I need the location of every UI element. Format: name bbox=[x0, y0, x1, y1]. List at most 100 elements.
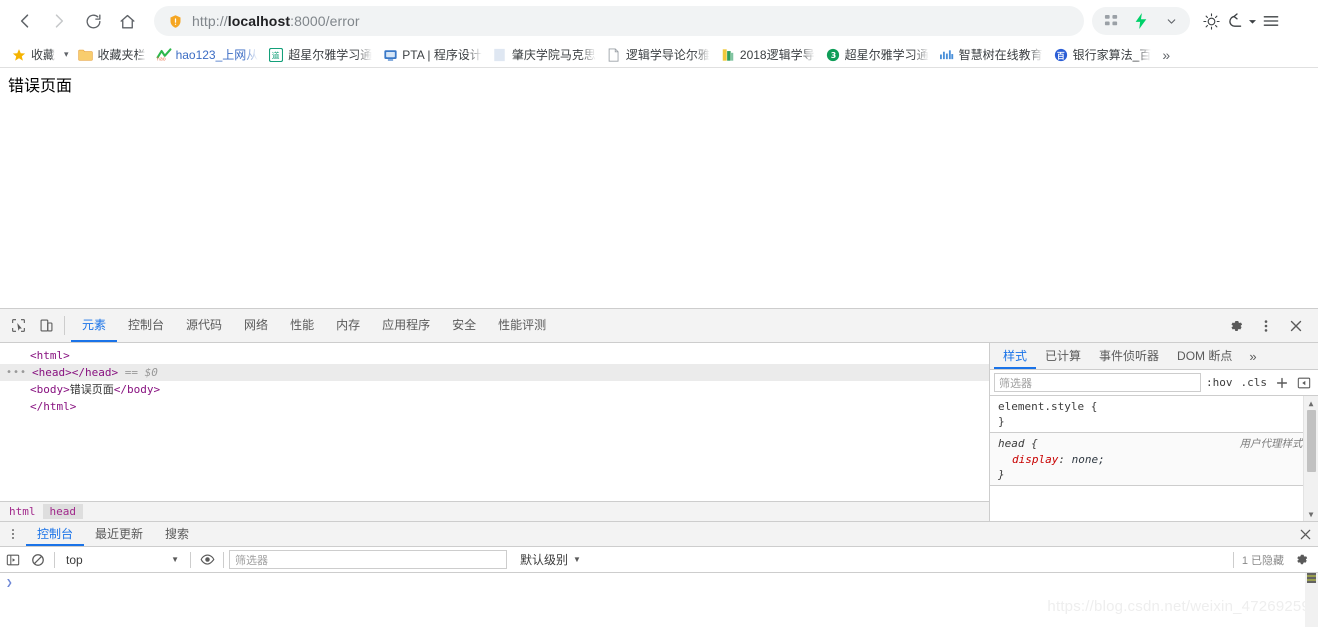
styles-tab-computed[interactable]: 已计算 bbox=[1036, 343, 1090, 369]
extensions-button[interactable] bbox=[1098, 8, 1124, 34]
toolbar-actions bbox=[1092, 6, 1286, 36]
kebab-menu-icon bbox=[1264, 319, 1268, 332]
inspect-element-button[interactable] bbox=[4, 309, 32, 342]
new-style-rule-button[interactable] bbox=[1272, 373, 1292, 393]
tab-label: 搜索 bbox=[165, 526, 190, 541]
breadcrumb-item-html[interactable]: html bbox=[2, 504, 43, 519]
back-button[interactable] bbox=[8, 4, 42, 38]
home-button[interactable] bbox=[110, 4, 144, 38]
console-prompt[interactable]: ❯ bbox=[0, 573, 1318, 592]
devtools-more-button[interactable] bbox=[1252, 319, 1280, 333]
console-filter-input[interactable]: 筛选器 bbox=[229, 550, 507, 569]
drawer-tab-console[interactable]: 控制台 bbox=[26, 522, 85, 546]
dom-tree[interactable]: <html> ••• <head></head> == $0 <body> 错误页… bbox=[0, 343, 989, 501]
bookmark-item-chaoxing[interactable]: 道 超星尔雅学习通 bbox=[263, 44, 377, 66]
styles-tab-styles[interactable]: 样式 bbox=[994, 343, 1037, 369]
scroll-down-arrow-icon[interactable]: ▼ bbox=[1304, 507, 1318, 521]
device-toolbar-button[interactable] bbox=[32, 309, 60, 342]
dom-expand-ellipsis-icon[interactable]: ••• bbox=[0, 364, 26, 381]
console-toolbar-right: 1 已隐藏 bbox=[1232, 549, 1316, 571]
toggle-computed-sidebar-button[interactable] bbox=[1294, 373, 1314, 393]
bookmark-item-favorites[interactable]: 收藏 bbox=[6, 44, 60, 66]
bookmark-label: 超星尔雅学习通 bbox=[844, 48, 929, 62]
bookmark-item-pta[interactable]: PTA | 程序设计 bbox=[377, 44, 487, 66]
console-sidebar-toggle-button[interactable] bbox=[2, 549, 24, 571]
devtools-tab-memory[interactable]: 内存 bbox=[325, 309, 371, 342]
style-rule-close-brace: } bbox=[998, 415, 1005, 428]
console-log-level-select[interactable]: 默认级别 ▼ bbox=[520, 551, 581, 568]
style-declaration[interactable]: display: none; bbox=[998, 452, 1313, 467]
scrollbar-thumb[interactable] bbox=[1307, 410, 1316, 472]
reload-button[interactable] bbox=[76, 4, 110, 38]
live-expression-button[interactable] bbox=[196, 549, 218, 571]
bookmark-item-folder[interactable]: 收藏夹栏 bbox=[73, 44, 151, 66]
style-rule-element-style[interactable]: element.style { } bbox=[990, 396, 1318, 433]
console-settings-button[interactable] bbox=[1290, 549, 1312, 571]
devtools-settings-button[interactable] bbox=[1222, 318, 1250, 334]
styles-tab-dom-breakpoints[interactable]: DOM 断点 bbox=[1168, 343, 1241, 369]
styles-tabbar: 样式 已计算 事件侦听器 DOM 断点 » bbox=[990, 343, 1318, 370]
dom-row-body[interactable]: <body> 错误页面 </body> bbox=[0, 381, 989, 398]
devtools-close-button[interactable] bbox=[1282, 319, 1310, 333]
tab-label: 内存 bbox=[336, 318, 361, 332]
hov-button[interactable]: :hov bbox=[1203, 376, 1236, 389]
lightning-extension-button[interactable] bbox=[1128, 8, 1154, 34]
style-rule-head[interactable]: head { 用户代理样式表 display: none; } bbox=[990, 433, 1318, 486]
close-icon bbox=[1300, 529, 1310, 539]
drawer-tab-search[interactable]: 搜索 bbox=[154, 522, 200, 546]
history-back-button[interactable] bbox=[1226, 6, 1256, 36]
svg-text:hao: hao bbox=[156, 56, 165, 61]
bookmarks-bar: 收藏 ▾ 收藏夹栏 hao hao123_上网从 道 超星尔雅学习通 PTA |… bbox=[0, 42, 1318, 68]
bookmark-item-2018luojixue[interactable]: 2018逻辑学导 bbox=[715, 44, 820, 66]
address-bar[interactable]: http://localhost:8000/error bbox=[154, 6, 1084, 36]
drawer-close-button[interactable] bbox=[1292, 522, 1318, 546]
pta-icon bbox=[382, 47, 398, 63]
tab-label: DOM 断点 bbox=[1177, 348, 1233, 363]
devtools-tab-security[interactable]: 安全 bbox=[441, 309, 487, 342]
bookmarks-overflow-button[interactable]: » bbox=[1156, 47, 1176, 63]
dom-text-body: 错误页面 bbox=[69, 383, 114, 396]
drawer-tab-whats-new[interactable]: 最近更新 bbox=[84, 522, 154, 546]
styles-tab-event-listeners[interactable]: 事件侦听器 bbox=[1090, 343, 1168, 369]
bookmark-dropdown-caret[interactable]: ▾ bbox=[60, 49, 73, 60]
scroll-up-arrow-icon[interactable]: ▲ bbox=[1304, 396, 1318, 410]
chrome-menu-button[interactable] bbox=[1256, 6, 1286, 36]
svg-text:百: 百 bbox=[1057, 51, 1065, 60]
extensions-chevron-button[interactable] bbox=[1158, 8, 1184, 34]
breadcrumb-item-head[interactable]: head bbox=[42, 504, 83, 519]
devtools-tab-console[interactable]: 控制台 bbox=[117, 309, 175, 342]
devtools-tab-network[interactable]: 网络 bbox=[233, 309, 279, 342]
styles-tabs-overflow-button[interactable]: » bbox=[1241, 343, 1264, 369]
live-expression-icon bbox=[200, 554, 214, 565]
forward-button[interactable] bbox=[42, 4, 76, 38]
console-scrollbar[interactable] bbox=[1305, 573, 1318, 627]
devtools-tab-lighthouse[interactable]: 性能评测 bbox=[487, 309, 557, 342]
styles-scrollbar[interactable]: ▲ ▼ bbox=[1303, 396, 1318, 521]
devtools-tab-performance[interactable]: 性能 bbox=[279, 309, 325, 342]
bookmark-item-zhihuishu[interactable]: 智慧树在线教育 bbox=[934, 44, 1048, 66]
theme-toggle-button[interactable] bbox=[1196, 6, 1226, 36]
bookmark-item-chaoxing2[interactable]: 3 超星尔雅学习通 bbox=[820, 44, 934, 66]
styles-filter-input[interactable]: 筛选器 bbox=[994, 373, 1201, 392]
styles-rules-list[interactable]: element.style { } head { 用户代理样式表 display… bbox=[990, 396, 1318, 521]
dom-row-head[interactable]: ••• <head></head> == $0 bbox=[0, 364, 989, 381]
bookmark-label: 超星尔雅学习通 bbox=[288, 48, 373, 62]
star-icon bbox=[11, 47, 27, 63]
dom-row-html-close[interactable]: </html> bbox=[0, 398, 989, 415]
clear-console-button[interactable] bbox=[27, 549, 49, 571]
devtools-tab-application[interactable]: 应用程序 bbox=[371, 309, 441, 342]
cls-button[interactable]: .cls bbox=[1238, 376, 1271, 389]
bookmark-item-zhaoqing[interactable]: 肇庆学院马克思 bbox=[487, 44, 601, 66]
devtools-tab-sources[interactable]: 源代码 bbox=[175, 309, 233, 342]
bookmark-item-luojixue[interactable]: 逻辑学导论尔雅 bbox=[601, 44, 715, 66]
style-property-name: display bbox=[1012, 453, 1059, 466]
bookmark-item-baidu[interactable]: 百 银行家算法_百 bbox=[1048, 44, 1157, 66]
execution-context-select[interactable]: top ▼ bbox=[60, 553, 185, 567]
console-output[interactable]: ❯ https://blog.csdn.net/weixin_47269259 bbox=[0, 573, 1318, 627]
devtools-tab-elements[interactable]: 元素 bbox=[71, 309, 118, 342]
dom-tag-head-close: </head> bbox=[71, 366, 119, 379]
drawer-more-button[interactable] bbox=[0, 522, 26, 546]
dom-tag-html-open: <html> bbox=[30, 349, 70, 362]
bookmark-item-hao123[interactable]: hao hao123_上网从 bbox=[151, 44, 264, 66]
dom-row-html-open[interactable]: <html> bbox=[0, 347, 989, 364]
